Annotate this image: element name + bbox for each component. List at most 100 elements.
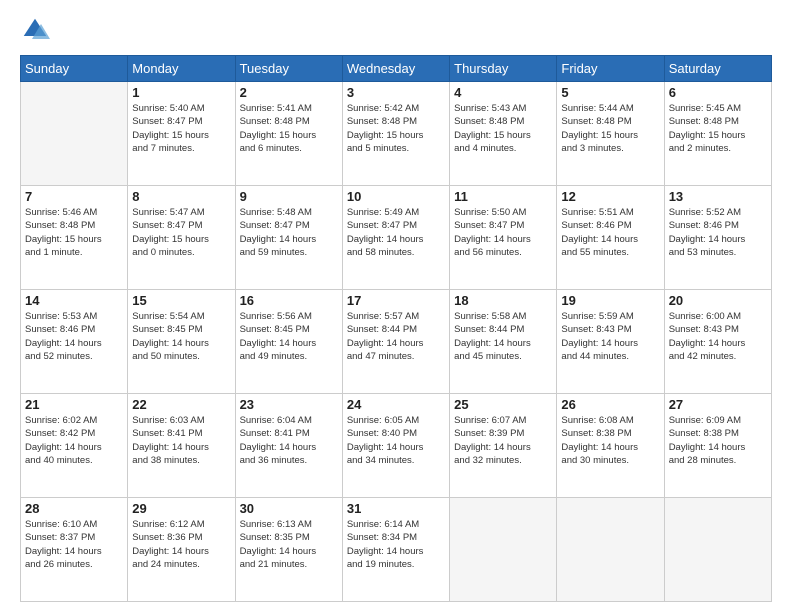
day-number: 12 [561, 189, 659, 204]
day-number: 23 [240, 397, 338, 412]
day-info: Sunrise: 5:53 AMSunset: 8:46 PMDaylight:… [25, 310, 123, 363]
calendar-cell: 25 Sunrise: 6:07 AMSunset: 8:39 PMDayligh… [450, 394, 557, 498]
day-info: Sunrise: 6:02 AMSunset: 8:42 PMDaylight:… [25, 414, 123, 467]
calendar-cell: 27Sunrise: 6:09 AMSunset: 8:38 PMDayligh… [664, 394, 771, 498]
day-header-wednesday: Wednesday [342, 56, 449, 82]
day-number: 4 [454, 85, 552, 100]
day-info: Sunrise: 5:52 AMSunset: 8:46 PMDaylight:… [669, 206, 767, 259]
day-number: 29 [132, 501, 230, 516]
day-number: 27 [669, 397, 767, 412]
calendar-cell: 2 Sunrise: 5:41 AMSunset: 8:48 PMDaylight… [235, 82, 342, 186]
calendar-week-3: 14 Sunrise: 5:53 AMSunset: 8:46 PMDayligh… [21, 290, 772, 394]
day-info: Sunrise: 5:47 AMSunset: 8:47 PMDaylight:… [132, 206, 230, 259]
day-info: Sunrise: 6:07 AMSunset: 8:39 PMDaylight:… [454, 414, 552, 467]
day-info: Sunrise: 6:05 AMSunset: 8:40 PMDaylight:… [347, 414, 445, 467]
day-info: Sunrise: 6:14 AMSunset: 8:34 PMDaylight:… [347, 518, 445, 571]
day-header-tuesday: Tuesday [235, 56, 342, 82]
day-info: Sunrise: 5:56 AMSunset: 8:45 PMDaylight:… [240, 310, 338, 363]
calendar-cell: 3 Sunrise: 5:42 AMSunset: 8:48 PMDaylight… [342, 82, 449, 186]
calendar-cell: 30Sunrise: 6:13 AMSunset: 8:35 PMDayligh… [235, 498, 342, 602]
header [20, 15, 772, 45]
calendar-cell: 14 Sunrise: 5:53 AMSunset: 8:46 PMDayligh… [21, 290, 128, 394]
day-info: Sunrise: 6:08 AMSunset: 8:38 PMDaylight:… [561, 414, 659, 467]
day-number: 3 [347, 85, 445, 100]
calendar-cell: 22Sunrise: 6:03 AMSunset: 8:41 PMDayligh… [128, 394, 235, 498]
calendar-cell: 15 Sunrise: 5:54 AMSunset: 8:45 PMDayligh… [128, 290, 235, 394]
day-info: Sunrise: 5:42 AMSunset: 8:48 PMDaylight:… [347, 102, 445, 155]
calendar-cell: 4Sunrise: 5:43 AMSunset: 8:48 PMDaylight… [450, 82, 557, 186]
day-number: 24 [347, 397, 445, 412]
calendar-cell [450, 498, 557, 602]
day-number: 8 [132, 189, 230, 204]
day-number: 16 [240, 293, 338, 308]
calendar-cell [21, 82, 128, 186]
day-info: Sunrise: 5:59 AMSunset: 8:43 PMDaylight:… [561, 310, 659, 363]
day-number: 2 [240, 85, 338, 100]
day-number: 14 [25, 293, 123, 308]
day-number: 13 [669, 189, 767, 204]
calendar-cell: 24 Sunrise: 6:05 AMSunset: 8:40 PMDayligh… [342, 394, 449, 498]
calendar-cell: 31 Sunrise: 6:14 AMSunset: 8:34 PMDayligh… [342, 498, 449, 602]
logo [20, 15, 54, 45]
day-info: Sunrise: 5:45 AMSunset: 8:48 PMDaylight:… [669, 102, 767, 155]
day-number: 19 [561, 293, 659, 308]
calendar-cell: 20 Sunrise: 6:00 AMSunset: 8:43 PMDayligh… [664, 290, 771, 394]
calendar-cell: 23 Sunrise: 6:04 AMSunset: 8:41 PMDayligh… [235, 394, 342, 498]
calendar-cell [664, 498, 771, 602]
calendar-cell: 26 Sunrise: 6:08 AMSunset: 8:38 PMDayligh… [557, 394, 664, 498]
day-number: 20 [669, 293, 767, 308]
day-number: 18 [454, 293, 552, 308]
calendar-cell: 10 Sunrise: 5:49 AMSunset: 8:47 PMDayligh… [342, 186, 449, 290]
day-number: 31 [347, 501, 445, 516]
day-info: Sunrise: 6:13 AMSunset: 8:35 PMDaylight:… [240, 518, 338, 571]
day-number: 9 [240, 189, 338, 204]
calendar-cell: 28 Sunrise: 6:10 AMSunset: 8:37 PMDayligh… [21, 498, 128, 602]
day-header-friday: Friday [557, 56, 664, 82]
day-number: 7 [25, 189, 123, 204]
day-info: Sunrise: 5:57 AMSunset: 8:44 PMDaylight:… [347, 310, 445, 363]
day-info: Sunrise: 5:46 AMSunset: 8:48 PMDaylight:… [25, 206, 123, 259]
calendar-cell: 11 Sunrise: 5:50 AMSunset: 8:47 PMDayligh… [450, 186, 557, 290]
day-info: Sunrise: 5:44 AMSunset: 8:48 PMDaylight:… [561, 102, 659, 155]
day-info: Sunrise: 5:48 AMSunset: 8:47 PMDaylight:… [240, 206, 338, 259]
calendar-cell: 17 Sunrise: 5:57 AMSunset: 8:44 PMDayligh… [342, 290, 449, 394]
days-header-row: SundayMondayTuesdayWednesdayThursdayFrid… [21, 56, 772, 82]
calendar-cell: 5 Sunrise: 5:44 AMSunset: 8:48 PMDaylight… [557, 82, 664, 186]
day-info: Sunrise: 6:10 AMSunset: 8:37 PMDaylight:… [25, 518, 123, 571]
day-info: Sunrise: 5:51 AMSunset: 8:46 PMDaylight:… [561, 206, 659, 259]
page: SundayMondayTuesdayWednesdayThursdayFrid… [0, 0, 792, 612]
day-number: 6 [669, 85, 767, 100]
calendar-cell: 19 Sunrise: 5:59 AMSunset: 8:43 PMDayligh… [557, 290, 664, 394]
day-info: Sunrise: 5:40 AMSunset: 8:47 PMDaylight:… [132, 102, 230, 155]
day-number: 25 [454, 397, 552, 412]
day-info: Sunrise: 5:54 AMSunset: 8:45 PMDaylight:… [132, 310, 230, 363]
day-info: Sunrise: 6:12 AMSunset: 8:36 PMDaylight:… [132, 518, 230, 571]
day-number: 15 [132, 293, 230, 308]
day-info: Sunrise: 6:03 AMSunset: 8:41 PMDaylight:… [132, 414, 230, 467]
calendar-cell: 6 Sunrise: 5:45 AMSunset: 8:48 PMDaylight… [664, 82, 771, 186]
calendar-cell: 21Sunrise: 6:02 AMSunset: 8:42 PMDayligh… [21, 394, 128, 498]
calendar-table: SundayMondayTuesdayWednesdayThursdayFrid… [20, 55, 772, 602]
calendar-cell: 1Sunrise: 5:40 AMSunset: 8:47 PMDaylight… [128, 82, 235, 186]
day-number: 28 [25, 501, 123, 516]
calendar-cell: 13 Sunrise: 5:52 AMSunset: 8:46 PMDayligh… [664, 186, 771, 290]
calendar-cell: 16 Sunrise: 5:56 AMSunset: 8:45 PMDayligh… [235, 290, 342, 394]
day-info: Sunrise: 6:04 AMSunset: 8:41 PMDaylight:… [240, 414, 338, 467]
day-header-monday: Monday [128, 56, 235, 82]
day-info: Sunrise: 6:00 AMSunset: 8:43 PMDaylight:… [669, 310, 767, 363]
calendar-cell: 7 Sunrise: 5:46 AMSunset: 8:48 PMDaylight… [21, 186, 128, 290]
day-info: Sunrise: 5:50 AMSunset: 8:47 PMDaylight:… [454, 206, 552, 259]
day-number: 5 [561, 85, 659, 100]
day-header-saturday: Saturday [664, 56, 771, 82]
day-number: 17 [347, 293, 445, 308]
day-header-thursday: Thursday [450, 56, 557, 82]
calendar-cell: 18 Sunrise: 5:58 AMSunset: 8:44 PMDayligh… [450, 290, 557, 394]
day-info: Sunrise: 5:58 AMSunset: 8:44 PMDaylight:… [454, 310, 552, 363]
calendar-week-2: 7 Sunrise: 5:46 AMSunset: 8:48 PMDaylight… [21, 186, 772, 290]
day-number: 10 [347, 189, 445, 204]
day-info: Sunrise: 5:41 AMSunset: 8:48 PMDaylight:… [240, 102, 338, 155]
day-number: 11 [454, 189, 552, 204]
day-number: 26 [561, 397, 659, 412]
day-info: Sunrise: 5:49 AMSunset: 8:47 PMDaylight:… [347, 206, 445, 259]
calendar-week-1: 1Sunrise: 5:40 AMSunset: 8:47 PMDaylight… [21, 82, 772, 186]
